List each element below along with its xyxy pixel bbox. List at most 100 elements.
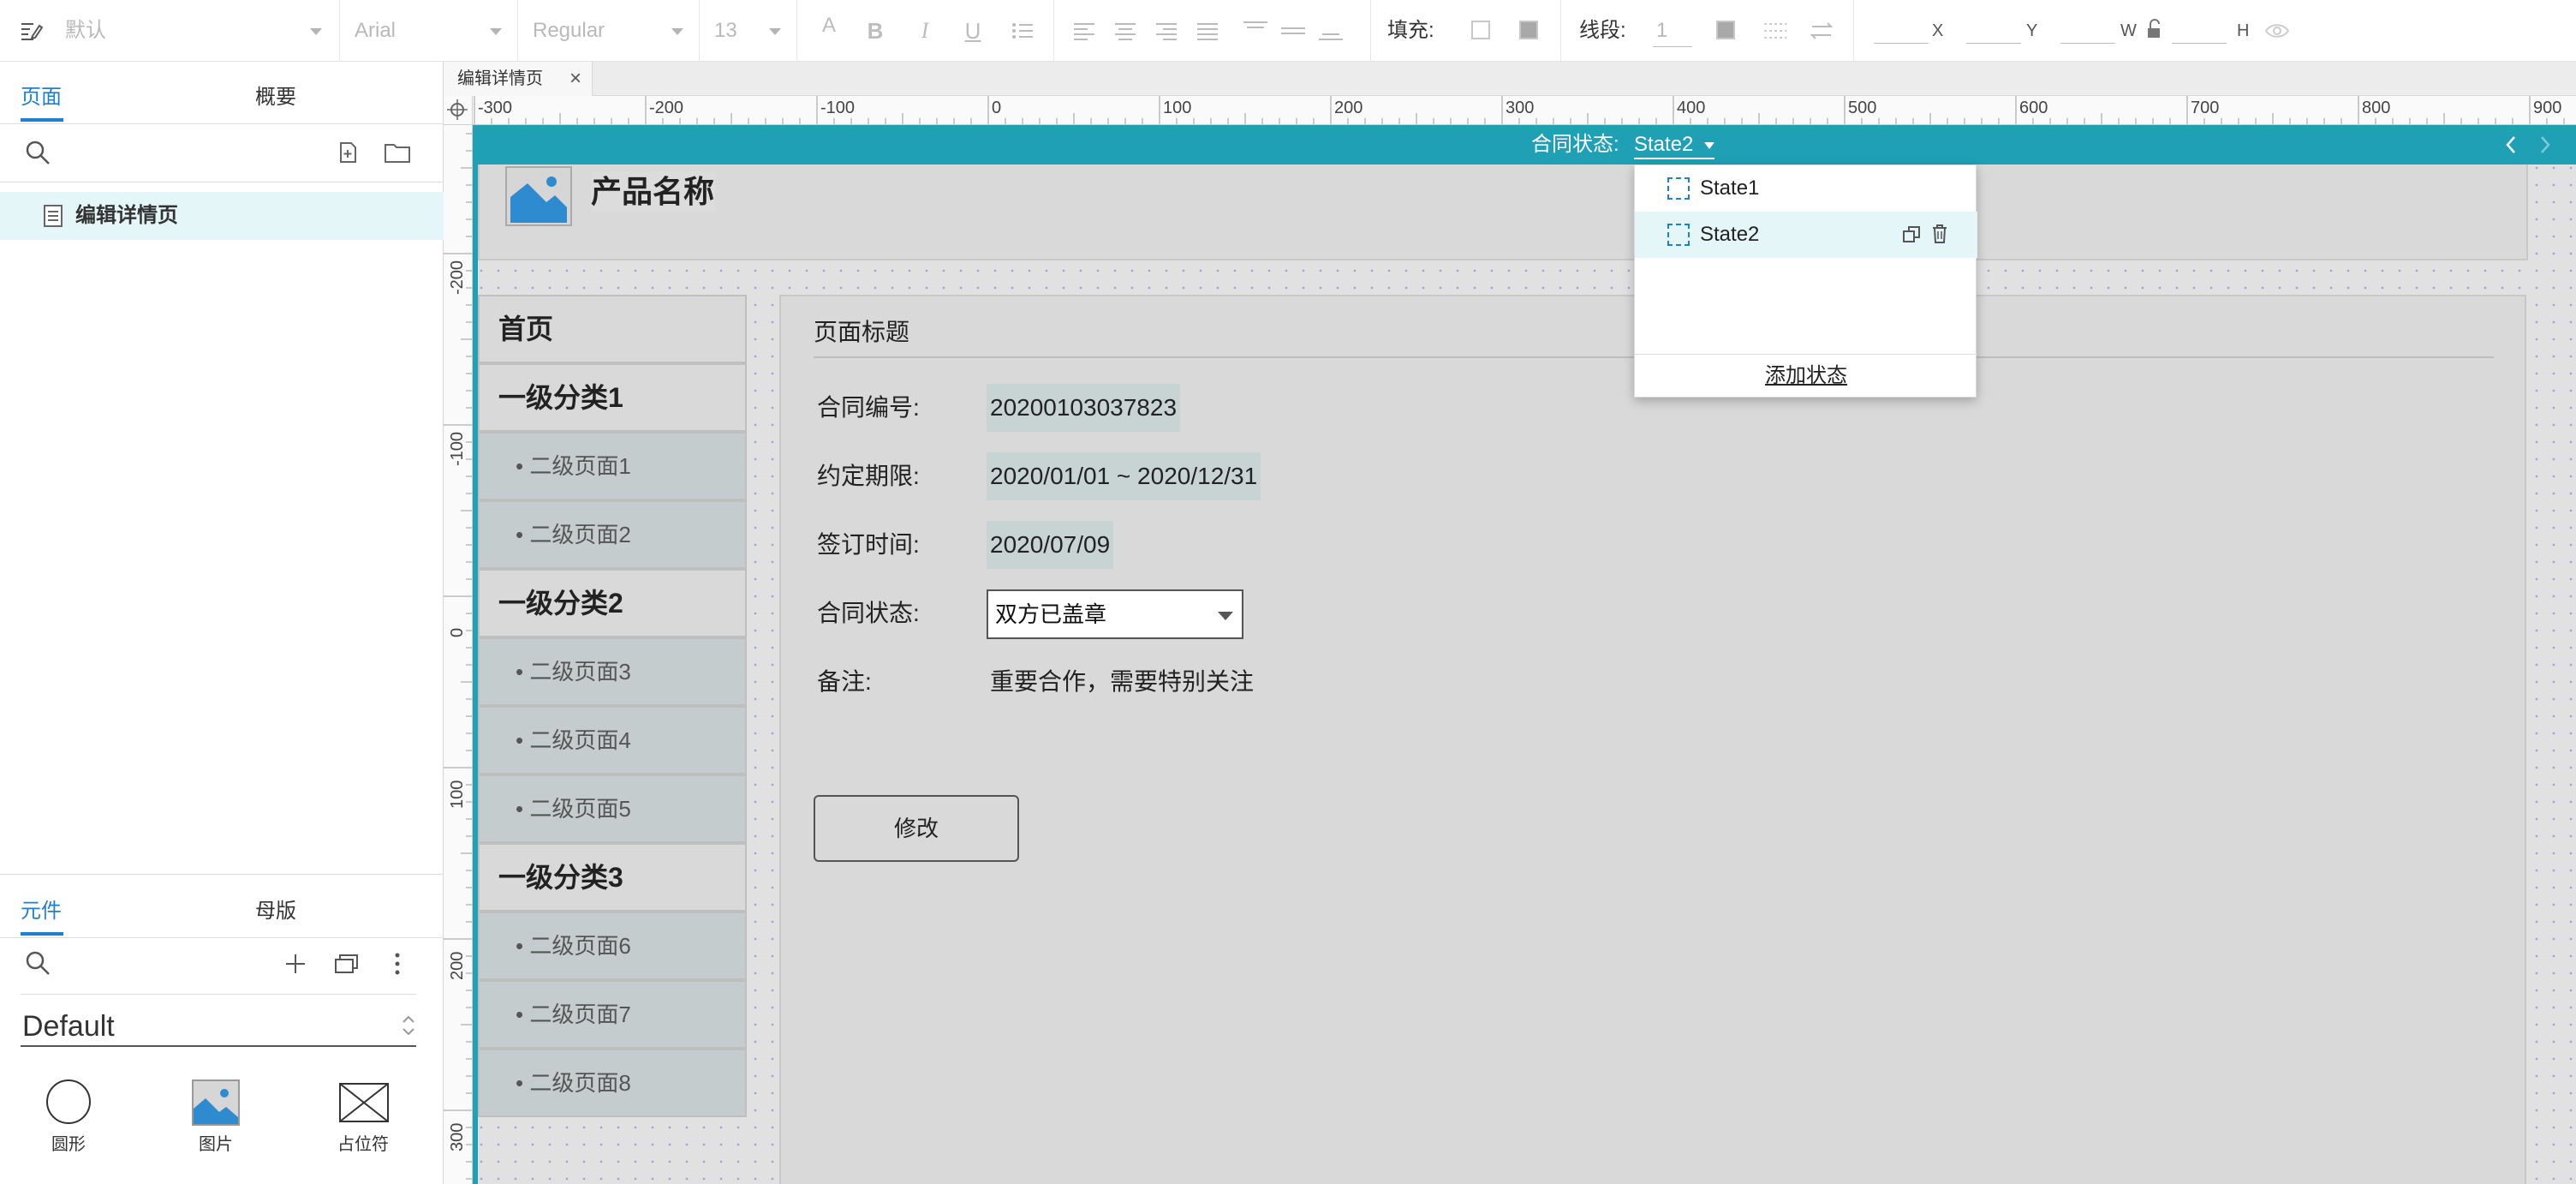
state-icon bbox=[1667, 177, 1690, 200]
horizontal-ruler: -300 -200 -100 0 100 200 300 400 500 600 700 800 900 bbox=[473, 96, 2576, 125]
side-nav: 首页 一级分类1 • 二级页面1 • 二级页面2 一级分类2 • 二级页面3 •… bbox=[478, 295, 747, 1121]
ruler-label: -300 bbox=[478, 99, 512, 117]
image-widget[interactable]: 图片 bbox=[164, 1071, 267, 1157]
library-stack-icon[interactable] bbox=[334, 953, 360, 975]
bold-icon[interactable]: B bbox=[863, 19, 887, 43]
widget-search-icon[interactable] bbox=[24, 949, 51, 977]
align-justify-icon[interactable] bbox=[1196, 19, 1219, 43]
duplicate-icon[interactable] bbox=[1902, 225, 1921, 244]
valign-bottom-icon[interactable] bbox=[1317, 19, 1343, 43]
status-select[interactable]: 双方已盖章 bbox=[987, 589, 1243, 639]
add-state-link[interactable]: 添加状态 bbox=[1635, 361, 1977, 392]
page-item-edit-detail[interactable]: 编辑详情页 bbox=[0, 192, 444, 240]
fill-color-swatch[interactable] bbox=[1471, 21, 1490, 39]
tab-outline[interactable]: 概要 bbox=[255, 81, 296, 115]
content-panel: 页面标题 合同编号: 20200103037823 约定期限: 2020/01/… bbox=[779, 295, 2526, 1184]
style-select[interactable]: 默认 bbox=[65, 15, 322, 46]
circle-widget[interactable]: 圆形 bbox=[17, 1071, 120, 1157]
state-icon bbox=[1667, 224, 1690, 246]
ruler-label: 100 bbox=[448, 780, 467, 809]
state-current: State2 bbox=[1634, 133, 1694, 156]
close-icon[interactable]: × bbox=[569, 62, 581, 96]
tab-widgets[interactable]: 元件 bbox=[21, 894, 62, 929]
toolbar: 默认 Arial Regular 13 A B I U 填充: 线段: 1 X … bbox=[0, 0, 2576, 62]
stroke-width-input[interactable]: 1 bbox=[1656, 15, 1690, 46]
state-label: State2 bbox=[1700, 223, 1760, 246]
status-select-value: 双方已盖章 bbox=[995, 601, 1107, 627]
chevron-down-icon bbox=[1704, 141, 1715, 149]
nav-item-subpage2[interactable]: • 二级页面2 bbox=[478, 500, 747, 569]
nav-item-subpage5[interactable]: • 二级页面5 bbox=[478, 774, 747, 843]
nav-item-subpage6[interactable]: • 二级页面6 bbox=[478, 912, 747, 980]
stroke-label: 线段: bbox=[1579, 19, 1626, 42]
updown-icon bbox=[401, 1013, 416, 1038]
edit-button[interactable]: 修改 bbox=[814, 795, 1019, 862]
nav-item-subpage8[interactable]: • 二级页面8 bbox=[478, 1049, 747, 1117]
nav-item-home[interactable]: 首页 bbox=[478, 295, 747, 363]
tab-masters[interactable]: 母版 bbox=[255, 894, 296, 929]
font-size-select[interactable]: 13 bbox=[714, 15, 800, 46]
search-icon[interactable] bbox=[24, 139, 51, 166]
next-arrow-icon[interactable] bbox=[2537, 134, 2554, 156]
font-weight-select[interactable]: Regular bbox=[533, 15, 687, 46]
nav-item-category1[interactable]: 一级分类1 bbox=[478, 363, 747, 432]
ruler-label: 300 bbox=[1506, 99, 1534, 117]
font-color-icon[interactable]: A bbox=[817, 14, 841, 38]
chevron-down-icon bbox=[490, 28, 502, 35]
stroke-pattern-icon[interactable] bbox=[1762, 19, 1786, 43]
italic-icon[interactable]: I bbox=[913, 19, 937, 43]
tab-pages[interactable]: 页面 bbox=[21, 81, 62, 115]
prev-arrow-icon[interactable] bbox=[2502, 134, 2519, 156]
ruler-label: -200 bbox=[448, 260, 467, 295]
ruler-label: -100 bbox=[820, 99, 855, 117]
bullet-list-icon[interactable] bbox=[1011, 19, 1035, 43]
align-left-icon[interactable] bbox=[1072, 19, 1096, 43]
add-page-icon[interactable] bbox=[336, 141, 360, 164]
state-row-state2[interactable]: State2 bbox=[1635, 212, 1977, 258]
arrow-style-icon[interactable] bbox=[1809, 19, 1834, 43]
page-title: 页面标题 bbox=[814, 319, 910, 345]
nav-item-category2[interactable]: 一级分类2 bbox=[478, 569, 747, 637]
fill-label: 填充: bbox=[1387, 19, 1434, 42]
logo-image-icon bbox=[505, 166, 572, 226]
ruler-label: -100 bbox=[448, 432, 467, 466]
widget-label: 圆形 bbox=[51, 1135, 86, 1154]
page-item-label: 编辑详情页 bbox=[75, 204, 178, 227]
add-library-icon[interactable] bbox=[284, 953, 307, 975]
state-row-state1[interactable]: State1 bbox=[1635, 165, 1977, 212]
fill-shadow-swatch[interactable] bbox=[1519, 21, 1538, 39]
state-select[interactable]: State2 bbox=[1634, 132, 1715, 159]
widget-label: 占位符 bbox=[337, 1135, 389, 1154]
underline-icon[interactable]: U bbox=[961, 19, 985, 43]
align-right-icon[interactable] bbox=[1154, 19, 1178, 43]
sign-time-value: 2020/07/09 bbox=[987, 521, 1114, 569]
align-center-icon[interactable] bbox=[1113, 19, 1137, 43]
ruler-corner[interactable] bbox=[444, 96, 473, 125]
lock-icon[interactable] bbox=[2143, 17, 2167, 41]
ruler-label: 0 bbox=[992, 99, 1001, 117]
nav-item-subpage4[interactable]: • 二级页面4 bbox=[478, 706, 747, 774]
document-tab[interactable]: 编辑详情页 × bbox=[444, 62, 593, 96]
placeholder-widget[interactable]: 占位符 bbox=[312, 1071, 414, 1157]
delete-icon[interactable] bbox=[1931, 224, 1948, 244]
ruler-label: 400 bbox=[1677, 99, 1705, 117]
note-value: 重要合作，需要特别关注 bbox=[990, 668, 1255, 695]
add-folder-icon[interactable] bbox=[384, 141, 411, 164]
edit-button-label: 修改 bbox=[893, 816, 939, 841]
eye-icon[interactable] bbox=[2264, 19, 2290, 43]
state-bar: 合同状态: State2 bbox=[473, 125, 2576, 164]
vertical-ruler: -200 -100 0 100 200 300 bbox=[444, 125, 473, 1184]
nav-item-subpage7[interactable]: • 二级页面7 bbox=[478, 980, 747, 1049]
valign-top-icon[interactable] bbox=[1242, 19, 1267, 43]
edit-style-icon[interactable] bbox=[19, 19, 44, 43]
font-family-select[interactable]: Arial bbox=[355, 15, 509, 46]
more-options-icon[interactable] bbox=[391, 951, 404, 977]
width-label: W bbox=[2120, 21, 2137, 40]
stroke-color-swatch[interactable] bbox=[1716, 21, 1735, 39]
nav-item-subpage3[interactable]: • 二级页面3 bbox=[478, 637, 747, 706]
nav-item-subpage1[interactable]: • 二级页面1 bbox=[478, 432, 747, 500]
valign-middle-icon[interactable] bbox=[1279, 19, 1305, 43]
nav-item-category3[interactable]: 一级分类3 bbox=[478, 843, 747, 912]
ruler-label: -200 bbox=[649, 99, 683, 117]
library-select[interactable]: Default bbox=[21, 1006, 416, 1047]
